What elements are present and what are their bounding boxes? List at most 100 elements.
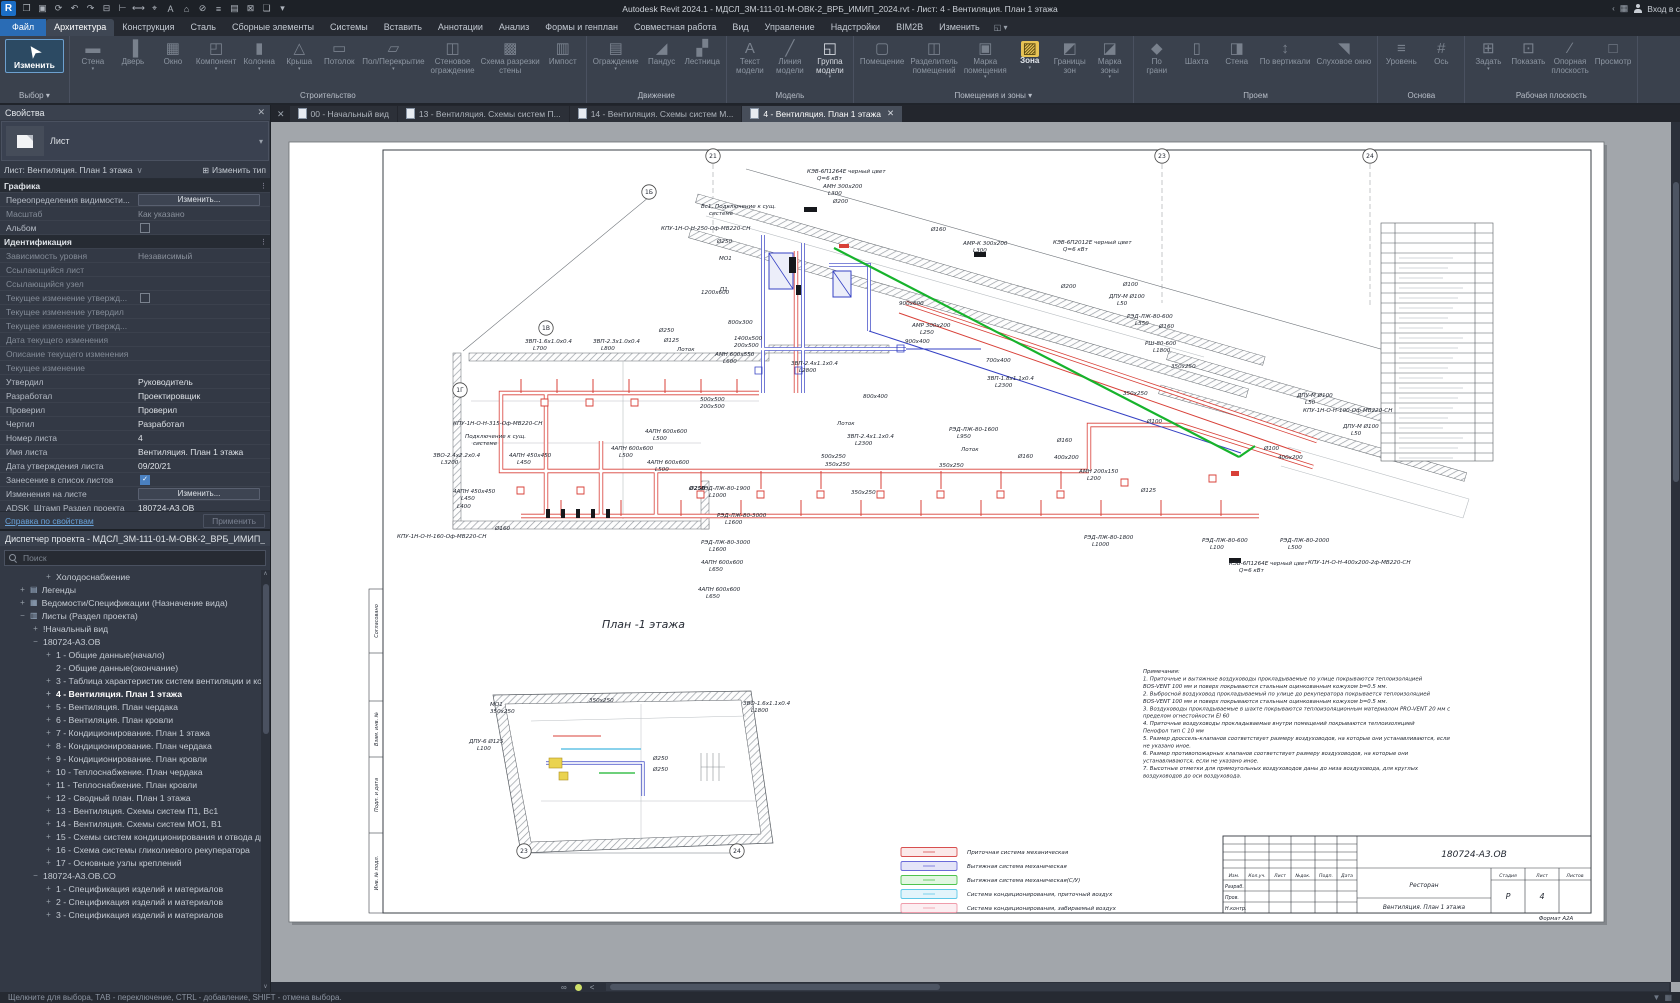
button-по-вертикали[interactable]: ↕ По вертикали <box>1257 38 1314 68</box>
property-value[interactable]: Разработал <box>138 419 270 429</box>
tree-item[interactable]: +13 - Вентиляция. Схемы систем П1, Вс1 <box>0 804 270 817</box>
expand-icon[interactable]: + <box>45 715 52 724</box>
property-value[interactable]: Вентиляция. План 1 этажа <box>138 447 270 457</box>
expand-icon[interactable]: + <box>45 884 52 893</box>
close-icon[interactable]: ✕ <box>273 109 289 122</box>
expand-icon[interactable]: + <box>45 845 52 854</box>
sync-icon[interactable]: ⟳ <box>51 3 66 14</box>
button-схема-разрезки-стены[interactable]: ▩ Схема разрезки стены <box>478 38 543 76</box>
expand-icon[interactable]: + <box>45 897 52 906</box>
expand-icon[interactable]: + <box>45 572 52 581</box>
measure-icon[interactable]: ⊢ <box>115 3 130 14</box>
chevron-down-icon[interactable]: ▾ <box>298 66 301 72</box>
tab-сталь[interactable]: Сталь <box>183 19 224 36</box>
property-row[interactable]: Имя листа Вентиляция. План 1 этажа <box>0 445 270 459</box>
visibility-icon[interactable]: ▤ <box>227 3 242 14</box>
button-по-грани[interactable]: ◆ По грани <box>1137 38 1177 76</box>
tree-item[interactable]: 2 - Общие данные(окончание) <box>0 661 270 674</box>
button-линия-модели[interactable]: ╱ Линия модели <box>770 38 810 76</box>
horizontal-scrollbar[interactable]: ∞ < <box>271 982 1671 992</box>
expand-icon[interactable]: + <box>32 624 39 633</box>
tree-item[interactable]: + ▤ Легенды <box>0 583 270 596</box>
button-лестница[interactable]: ▞ Лестница <box>682 38 723 68</box>
expand-icon[interactable]: + <box>45 819 52 828</box>
chevron-down-icon[interactable]: ▾ <box>215 66 218 72</box>
property-row[interactable]: Текущее изменение утвержд... <box>0 319 270 333</box>
tree-item[interactable]: + Холодоснабжение <box>0 570 270 583</box>
button-ось[interactable]: # Ось <box>1421 38 1461 68</box>
button-слуховое-окно[interactable]: ◥ Слуховое окно <box>1313 38 1374 68</box>
tree-item[interactable]: +8 - Кондиционирование. План чердака <box>0 739 270 752</box>
tab-изменить[interactable]: Изменить <box>931 19 988 36</box>
button-группа-модели[interactable]: ◱ Группа модели ▾ <box>810 38 850 81</box>
tab-управление[interactable]: Управление <box>757 19 823 36</box>
button-марка-помещения[interactable]: ▣ Марка помещения ▾ <box>961 38 1010 81</box>
property-section[interactable]: Идентификация ⋮ <box>0 235 270 249</box>
collapse-icon[interactable]: < <box>590 983 595 992</box>
property-value[interactable]: Руководитель <box>138 377 270 387</box>
tree-item[interactable]: + ▦ Ведомости/Спецификации (Назначение вид… <box>0 596 270 609</box>
tab-анализ[interactable]: Анализ <box>491 19 537 36</box>
expand-icon[interactable]: + <box>45 780 52 789</box>
tree-item[interactable]: +1 - Общие данные(начало) <box>0 648 270 661</box>
undo-icon[interactable]: ↶ <box>67 3 82 14</box>
button-зона[interactable]: ▨ Зона ▾ <box>1010 38 1050 72</box>
expand-icon[interactable]: + <box>45 650 52 659</box>
button-марка-зоны[interactable]: ◪ Марка зоны ▾ <box>1090 38 1130 81</box>
property-row[interactable]: Ссылающийся узел <box>0 277 270 291</box>
print-icon[interactable]: ⊟ <box>99 3 114 14</box>
customize-icon[interactable]: ▾ <box>275 3 290 14</box>
tree-item[interactable]: +14 - Вентиляция. Схемы систем МО1, В1 <box>0 817 270 830</box>
tree-item[interactable]: +5 - Вентиляция. План чердака <box>0 700 270 713</box>
button-пол-перекрытие[interactable]: ▱ Пол/Перекрытие ▾ <box>359 38 427 73</box>
tree-item[interactable]: +6 - Вентиляция. План кровли <box>0 713 270 726</box>
sheet-view[interactable]: 180724-А3.ОВ Изм. Кол.уч. Лист №док. Подп. Дат… <box>271 122 1672 984</box>
expand-icon[interactable]: + <box>45 689 52 698</box>
expand-icon[interactable]: + <box>45 767 52 776</box>
search-input[interactable] <box>21 552 261 564</box>
property-row[interactable]: Описание текущего изменения <box>0 347 270 361</box>
vscroll-thumb[interactable] <box>1672 182 1679 482</box>
apply-button[interactable]: Применить <box>203 513 265 528</box>
button-пандус[interactable]: ◢ Пандус <box>642 38 682 68</box>
button-изменить[interactable]: ➤ Изменить <box>5 39 64 73</box>
type-selector[interactable]: Лист ▾ <box>1 121 269 161</box>
expand-icon[interactable]: + <box>45 728 52 737</box>
property-row[interactable]: Ссылающийся лист <box>0 263 270 277</box>
button-стена[interactable]: ▬ Стена ▾ <box>73 38 113 73</box>
expand-icon[interactable]: + <box>45 910 52 919</box>
3d-view-icon[interactable]: ⌂ <box>179 4 194 14</box>
properties-help-link[interactable]: Справка по свойствам <box>5 516 94 526</box>
reveal-hidden-icon[interactable] <box>574 983 582 991</box>
expand-icon[interactable]: + <box>45 741 52 750</box>
close-tab-icon[interactable]: ✕ <box>887 108 894 119</box>
chevron-down-icon[interactable]: ▾ <box>829 75 832 80</box>
property-edit-button[interactable]: Изменить... <box>138 193 260 206</box>
property-row[interactable]: Чертил Разработал <box>0 417 270 431</box>
button-потолок[interactable]: ▭ Потолок <box>319 38 359 68</box>
tree-item[interactable]: +16 - Схема системы гликолиевого рекупер… <box>0 843 270 856</box>
tab-сборные-элементы[interactable]: Сборные элементы <box>224 19 322 36</box>
tab-надстройки[interactable]: Надстройки <box>823 19 888 36</box>
button-границы-зон[interactable]: ◩ Границы зон <box>1050 38 1090 76</box>
expand-icon[interactable]: + <box>45 793 52 802</box>
chevron-down-icon[interactable]: ▾ <box>258 66 261 72</box>
switch-windows-icon[interactable]: ❏ <box>259 3 274 14</box>
button-компонент[interactable]: ◰ Компонент ▾ <box>193 38 239 73</box>
button-уровень[interactable]: ≡ Уровень <box>1381 38 1421 68</box>
thin-lines-icon[interactable]: ≡ <box>211 4 226 14</box>
expand-icon[interactable]: + <box>45 858 52 867</box>
checkbox-checked[interactable]: ✓ <box>140 474 150 485</box>
property-row[interactable]: Текущее изменение утвердил <box>0 305 270 319</box>
button-стена[interactable]: ◨ Стена <box>1217 38 1257 68</box>
tree-item[interactable]: +4 - Вентиляция. План 1 этажа <box>0 687 270 700</box>
tree-item[interactable]: +1 - Спецификация изделий и материалов <box>0 882 270 895</box>
property-row[interactable]: ADSK_Штамп Раздел проекта 180724-А3.ОВ <box>0 501 270 512</box>
browser-scrollbar[interactable]: ∧ ∨ <box>261 570 270 992</box>
tab-вставить[interactable]: Вставить <box>376 19 430 36</box>
tag-icon[interactable]: ⌖ <box>147 3 162 14</box>
button-стеновое-ограждение[interactable]: ◫ Стеновое ограждение <box>428 38 478 76</box>
chevron-down-icon[interactable]: ▾ <box>1108 75 1111 80</box>
vertical-scrollbar[interactable] <box>1671 122 1680 982</box>
button-ограждение[interactable]: ▤ Ограждение ▾ <box>590 38 642 73</box>
